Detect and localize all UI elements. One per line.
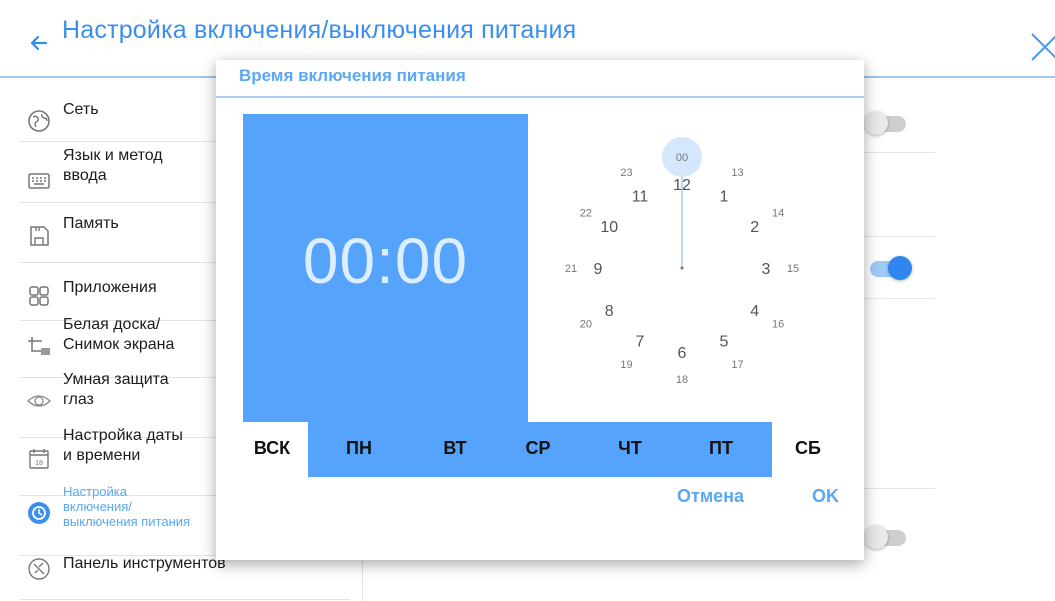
clock-hour-inner[interactable]: 10 [600,219,618,236]
clock-hour-inner[interactable]: 3 [762,261,771,278]
day-tuesday[interactable]: ВТ [425,438,485,459]
power-timer-icon [28,502,50,524]
clock-hour-outer[interactable]: 15 [787,263,799,275]
globe-icon [28,110,50,132]
day-wednesday[interactable]: СР [508,438,568,459]
sidebar-item-label: Сеть [63,101,99,118]
clock-hour-outer[interactable]: 21 [565,263,577,275]
dialog-title: Время включения питания [239,66,466,85]
day-monday[interactable]: ПН [329,438,389,459]
clock-hour-inner[interactable]: 12 [673,177,691,194]
clock-hour-outer[interactable]: 23 [620,167,632,179]
apps-icon [29,286,49,306]
sidebar-item-label: Белая доска/ Снимок экрана [63,316,175,353]
divider [20,599,350,600]
toggle-knob [864,525,888,549]
clock-hour-inner[interactable]: 5 [720,334,729,351]
sidebar-item-label: Умная защита глаз [63,371,169,408]
sidebar-item-label: Настройка включения/ выключения питания [63,484,191,529]
divider [216,96,864,98]
storage-icon [30,226,49,246]
keyboard-icon [28,173,50,189]
svg-text:18: 18 [35,460,43,467]
sidebar-item-toolbar[interactable]: Панель инструментов [20,555,350,600]
power-toggle-3[interactable] [864,525,906,549]
whiteboard-icon [28,337,50,355]
sidebar-item-label: Панель инструментов [63,555,226,572]
clock-hour-inner[interactable]: 6 [678,345,687,362]
calendar-icon: 18 [29,449,49,469]
sidebar-item-label: Приложения [63,279,157,296]
day-saturday[interactable]: СБ [778,438,838,459]
clock-hour-inner[interactable]: 7 [636,334,645,351]
clock-hour-outer[interactable]: 19 [620,359,632,371]
clock-hour-inner[interactable]: 11 [632,188,649,205]
power-on-time-dialog: Время включения питания 00:00 12 1 2 3 4 5 6 7 8… [216,60,864,560]
toggle-knob [864,111,888,135]
power-toggle-2[interactable] [870,256,912,280]
ok-button[interactable]: OK [812,486,839,507]
clock-center-dot [680,266,684,270]
clock-hour-inner[interactable]: 1 [720,188,729,205]
close-icon[interactable] [1024,20,1055,68]
cancel-button[interactable]: Отмена [677,486,744,507]
page-title: Настройка включения/выключения питания [62,16,577,44]
clock-hour-outer[interactable]: 20 [580,319,592,331]
time-display[interactable]: 00:00 [243,224,528,298]
back-arrow-icon[interactable] [24,28,54,58]
power-toggle-1[interactable] [864,111,906,135]
clock-hour-inner[interactable]: 2 [750,219,759,236]
time-display-panel: 00:00 [243,114,528,422]
day-thursday[interactable]: ЧТ [600,438,660,459]
clock-hour-inner[interactable]: 9 [594,261,603,278]
toggle-knob [888,256,912,280]
clock-hour-outer[interactable]: 13 [731,167,743,179]
clock-hour-outer[interactable]: 00 [676,152,688,164]
day-friday[interactable]: ПТ [691,438,751,459]
eye-icon [27,395,51,407]
clock-hour-outer[interactable]: 22 [580,208,592,220]
clock-hour-outer[interactable]: 16 [772,319,784,331]
toolbar-icon [28,558,50,580]
sidebar-item-label: Настройка даты и времени [63,427,183,464]
sidebar-item-label: Память [63,215,119,232]
day-sunday[interactable]: ВСК [242,438,302,459]
clock-hour-outer[interactable]: 17 [731,359,743,371]
clock-hour-inner[interactable]: 8 [605,303,614,320]
clock-hour-outer[interactable]: 18 [676,374,688,386]
clock-hour-inner[interactable]: 4 [750,303,759,320]
sidebar-item-label: Язык и метод ввода [63,147,163,184]
clock-hour-outer[interactable]: 14 [772,208,784,220]
hour-clock-face[interactable]: 121234567891011001314151617181920212223 [528,114,864,422]
